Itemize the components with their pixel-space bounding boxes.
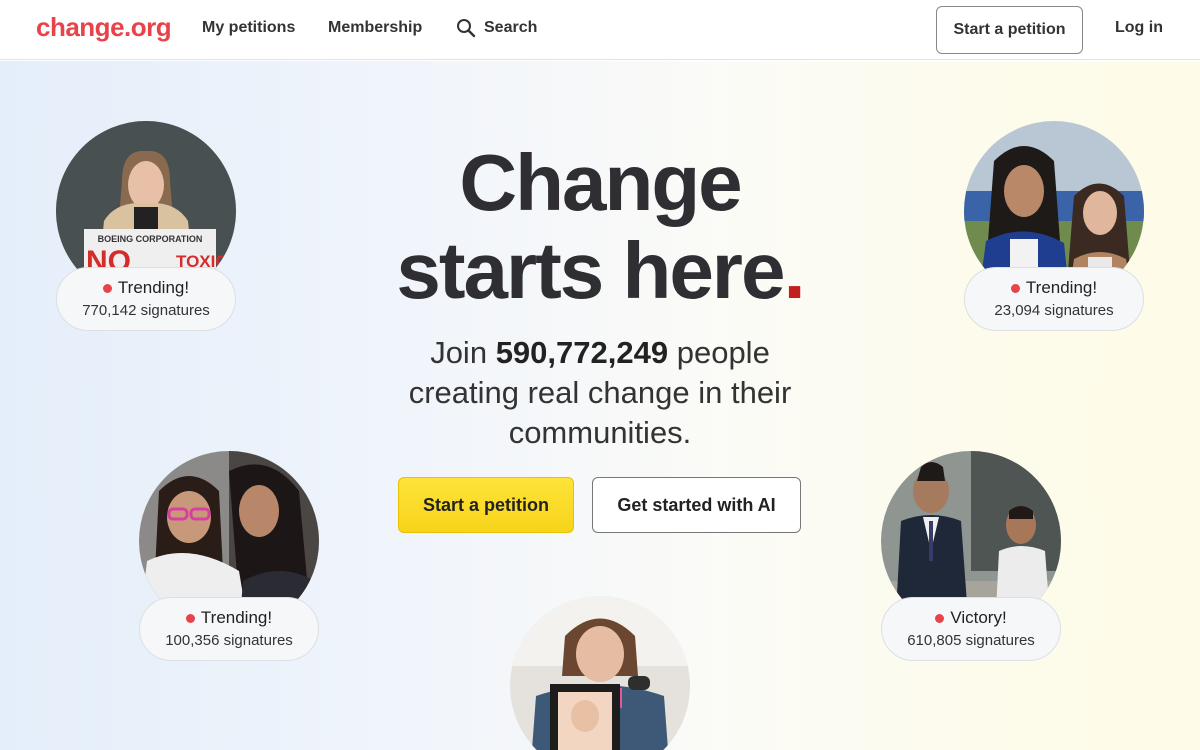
photo-sign-text-1: BOEING CORPORATION: [98, 234, 203, 244]
hero-start-petition-button[interactable]: Start a petition: [398, 477, 574, 533]
hero-headline: Change starts here.: [300, 139, 900, 315]
site-header: change.org My petitions Membership Searc…: [0, 0, 1200, 60]
petition-status: Trending!: [117, 278, 190, 297]
petition-status: Victory!: [950, 608, 1007, 627]
petition-status: Trending!: [1025, 278, 1098, 297]
nav-membership[interactable]: Membership: [328, 19, 422, 37]
login-link[interactable]: Log in: [1115, 19, 1163, 37]
status-dot-icon: [935, 613, 945, 623]
petition-card-4[interactable]: Victory! 610,805 signatures: [881, 451, 1061, 661]
petition-badge-1: Trending! 770,142 signatures: [56, 267, 236, 331]
headline-line-1: Change: [459, 138, 742, 227]
petition-badge-3: Trending! 100,356 signatures: [139, 597, 319, 661]
header-start-petition-button[interactable]: Start a petition: [936, 6, 1083, 54]
petition-status: Trending!: [200, 608, 273, 627]
petition-card-1[interactable]: BOEING CORPORATION NO TOXIC Trending! 77…: [56, 121, 236, 331]
nav-my-petitions[interactable]: My petitions: [202, 19, 295, 37]
change-org-logo[interactable]: change.org: [36, 12, 172, 43]
petition-photo-5: [510, 596, 690, 750]
status-dot-icon: [102, 283, 112, 293]
hero-section: Change starts here. Join 590,772,249 peo…: [0, 61, 1200, 750]
status-dot-icon: [185, 613, 195, 623]
nav-search-label: Search: [484, 19, 538, 36]
search-icon: [457, 19, 476, 38]
signature-count: 100,356 signatures: [165, 632, 293, 649]
nav-search[interactable]: Search: [456, 18, 537, 38]
headline-dot: .: [783, 226, 805, 315]
headline-line-2: starts here: [396, 226, 785, 315]
petition-badge-4: Victory! 610,805 signatures: [881, 597, 1061, 661]
status-dot-icon: [1010, 283, 1020, 293]
signature-count: 770,142 signatures: [82, 302, 210, 319]
petition-card-5[interactable]: [510, 596, 690, 750]
get-started-ai-button[interactable]: Get started with AI: [592, 477, 801, 533]
hero-subline: Join 590,772,249 people creating real ch…: [380, 333, 820, 453]
mother-photo: [510, 596, 690, 750]
subline-join: Join: [430, 335, 488, 370]
signature-count: 610,805 signatures: [907, 632, 1035, 649]
subline-user-count: 590,772,249: [495, 335, 669, 370]
petition-card-2[interactable]: Trending! 23,094 signatures: [964, 121, 1144, 331]
petition-card-3[interactable]: Trending! 100,356 signatures: [139, 451, 319, 661]
signature-count: 23,094 signatures: [994, 302, 1114, 319]
petition-badge-2: Trending! 23,094 signatures: [964, 267, 1144, 331]
